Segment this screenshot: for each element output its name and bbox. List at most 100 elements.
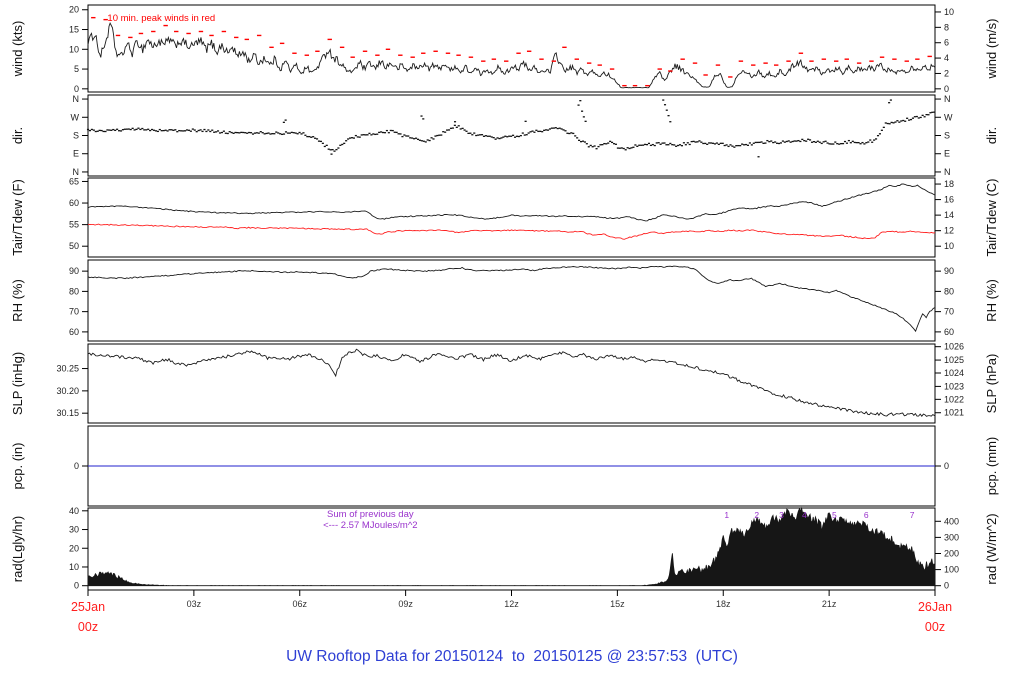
sunshine-hour-2: 2	[754, 510, 759, 520]
dir-left-tick-label: S	[73, 131, 79, 141]
peak-wind-dots	[879, 56, 885, 58]
x-axis-tick-label: 15z	[610, 599, 625, 609]
peak-wind-dots	[668, 70, 673, 72]
peak-wind-dots	[445, 52, 451, 54]
direction-outlier-dots	[582, 116, 585, 118]
direction-outlier-dots	[330, 153, 333, 155]
tair-left-tick-label: 55	[69, 220, 79, 230]
panel-dir: NWSENNWSENdir. dir.	[10, 94, 999, 177]
peak-wind-dots	[339, 46, 345, 49]
start-date-label: 25Jan	[71, 600, 105, 614]
tair-right-tick-label: 16	[944, 195, 954, 205]
slp-right-tick-label: 1024	[944, 368, 964, 378]
x-axis-tick-label: 09z	[398, 599, 413, 609]
peak-wind-dots	[516, 52, 521, 54]
peak-wind-dots	[539, 58, 544, 60]
rad-left-axis-title: rad(Lgly/hr)	[10, 516, 25, 582]
peak-wind-dots	[551, 60, 557, 62]
rad-left-tick-label: 30	[69, 525, 79, 535]
pcp-left-axis-title: pcp. (in)	[10, 443, 25, 490]
peak-wind-dots	[844, 58, 849, 60]
sunshine-hour-6: 6	[864, 510, 869, 520]
wind-left-tick-label: 0	[74, 84, 79, 94]
peak-wind-dots	[586, 62, 592, 64]
rh-right-tick-label: 70	[944, 307, 954, 317]
rad-left-tick-label: 20	[69, 543, 79, 553]
peak-wind-dots	[163, 24, 168, 27]
peak-winds-note: 10 min. peak winds in red	[107, 13, 215, 24]
wind-left-tick-label: 20	[69, 5, 79, 15]
rh-left-tick-label: 80	[69, 286, 79, 296]
peak-wind-dots	[809, 60, 814, 62]
wind-speed-line	[87, 21, 935, 89]
rh-left-tick-label: 70	[69, 307, 79, 317]
direction-outlier-dots	[662, 99, 665, 101]
peak-wind-dots	[504, 60, 509, 62]
peak-wind-dots	[657, 68, 662, 70]
panel-rad: 0102030400100200300400rad(Lgly/hr) rad (W…	[10, 506, 999, 591]
panel-wind: 0 5 10 15 20 0 2 4 6 8 10 wind (kts) wind (m/s) 10 mi…	[10, 4, 999, 94]
slp-left-tick-label: 30.25	[56, 364, 79, 374]
dir-left-tick-label: E	[73, 149, 79, 159]
sunshine-hour-1: 1	[724, 510, 729, 520]
peak-wind-dots	[728, 76, 733, 78]
peak-wind-dots	[751, 64, 756, 66]
panel-rh: 60 70 80 90 60 70 80 90 RH (%) RH (%)	[10, 259, 999, 342]
peak-wind-dots	[692, 62, 698, 64]
peak-wind-dots	[597, 64, 602, 66]
peak-wind-dots	[481, 60, 486, 62]
peak-wind-dots	[115, 34, 121, 37]
peak-wind-dots	[609, 68, 615, 70]
peak-wind-dots	[385, 48, 391, 50]
peak-wind-dots	[410, 56, 415, 58]
peak-wind-dots	[786, 60, 791, 62]
tair-left-tick-label: 65	[69, 176, 79, 186]
peak-wind-dots	[304, 54, 310, 56]
sunshine-hour-4: 4	[802, 510, 807, 520]
sunshine-hour-7: 7	[910, 510, 915, 520]
peak-wind-dots	[138, 32, 144, 35]
meteogram-page: 0 5 10 15 20 0 2 4 6 8 10 wind (kts) wind (m/s) 10 mi…	[0, 0, 1024, 700]
solar-radiation-area	[87, 506, 936, 587]
peak-wind-dots	[327, 38, 332, 41]
tair-left-tick-label: 60	[69, 198, 79, 208]
direction-outlier-dots	[422, 118, 425, 120]
rad-right-axis-title: rad (W/m^2)	[984, 513, 999, 584]
wind-left-tick-label: 5	[74, 64, 79, 74]
rh-right-axis-title: RH (%)	[984, 279, 999, 322]
x-axis-tick-label: 06z	[292, 599, 307, 609]
rad-left-tick-label: 10	[69, 562, 79, 572]
end-date-label: 00z	[925, 620, 945, 634]
peak-wind-dots	[91, 16, 96, 19]
peak-wind-dots	[209, 34, 214, 37]
dir-right-tick-label: E	[944, 149, 950, 159]
dew-point-line	[87, 223, 936, 240]
direction-outlier-dots	[581, 110, 584, 112]
peak-wind-dots	[892, 58, 897, 60]
peak-wind-dots	[468, 56, 474, 58]
peak-wind-dots	[244, 38, 250, 41]
dir-right-tick-label: S	[944, 131, 950, 141]
rad-left-tick-label: 0	[74, 581, 79, 591]
panel-tair: 50 55 60 65 10 12 14 16 18 Tair/Tdew (F) Tair/Tdew…	[10, 176, 999, 258]
wind-direction-dots	[86, 111, 936, 152]
direction-outlier-dots	[669, 121, 672, 123]
peak-wind-dots	[856, 62, 862, 64]
peak-wind-dots	[269, 46, 274, 49]
sea-level-pressure-line	[87, 348, 935, 417]
wind-right-axis-title: wind (m/s)	[984, 19, 999, 80]
tair-right-tick-label: 18	[944, 179, 954, 189]
peak-wind-dots	[456, 54, 461, 56]
peak-wind-dots	[821, 58, 827, 60]
panel-pcp: 0 0 pcp. (in) pcp. (mm)	[10, 425, 999, 507]
peak-wind-dots	[279, 42, 285, 45]
peak-wind-dots	[186, 32, 191, 35]
rad-right-tick-label: 300	[944, 532, 959, 542]
direction-outlier-dots	[282, 121, 285, 123]
peak-wind-dots	[362, 50, 368, 52]
peak-wind-dots	[680, 58, 685, 60]
peak-wind-dots	[574, 58, 579, 60]
rad-right-tick-label: 400	[944, 516, 959, 526]
peak-wind-dots	[645, 84, 650, 87]
direction-outlier-dots	[888, 102, 891, 104]
